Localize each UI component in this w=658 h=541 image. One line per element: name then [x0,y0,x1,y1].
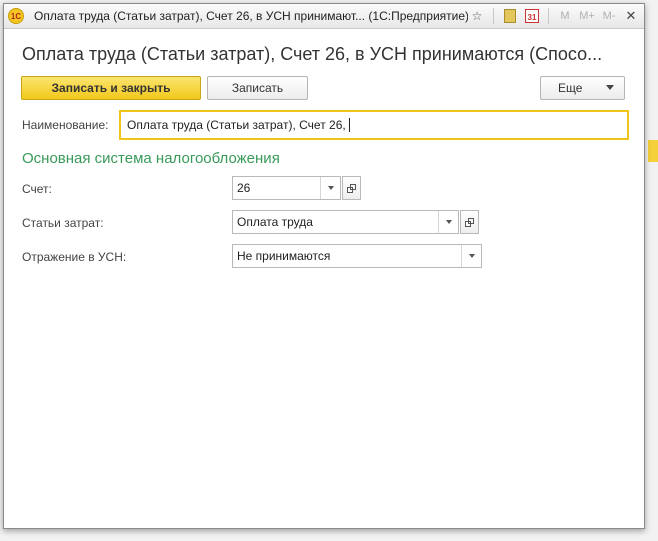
cost-item-open-button[interactable] [460,210,479,234]
dialog-window: 1С Оплата труда (Статьи затрат), Счет 26… [3,3,645,529]
m-minus-icon[interactable]: M- [600,7,618,25]
usn-value: Не принимаются [237,249,331,263]
cost-item-dropdown-button[interactable] [438,211,458,233]
account-open-button[interactable] [342,176,361,200]
chevron-down-icon [468,254,475,258]
open-icon [465,217,474,227]
divider [493,8,494,24]
name-input-value: Оплата труда (Статьи затрат), Счет 26, [127,118,346,132]
open-icon [347,183,356,193]
cost-item-field[interactable]: Оплата труда [232,210,459,234]
cost-item-value: Оплата труда [237,215,313,229]
star-icon[interactable]: ☆ [468,7,486,25]
chevron-down-icon [606,85,614,90]
m-plus-icon[interactable]: M+ [578,7,596,25]
save-button[interactable]: Записать [207,76,308,100]
account-value: 26 [237,181,251,195]
usn-dropdown-button[interactable] [461,245,481,267]
section-title: Основная система налогообложения [22,150,280,167]
page-title: Оплата труда (Статьи затрат), Счет 26, в… [22,44,603,64]
title-bar: 1С Оплата труда (Статьи затрат), Счет 26… [4,4,644,29]
usn-field[interactable]: Не принимаются [232,244,482,268]
name-input[interactable]: Оплата труда (Статьи затрат), Счет 26, [119,110,629,140]
close-icon[interactable]: ✕ [622,7,640,25]
calendar-icon[interactable]: 31 [523,7,541,25]
window-title: Оплата труда (Статьи затрат), Счет 26, в… [34,9,468,23]
chevron-down-icon [445,220,452,224]
save-and-close-button[interactable]: Записать и закрыть [21,76,201,100]
cost-item-label: Статьи затрат: [22,216,104,230]
more-button-label: Еще [558,81,583,95]
m-icon[interactable]: M [556,7,574,25]
chevron-down-icon [327,186,334,190]
calculator-icon[interactable] [501,7,519,25]
title-bar-tools: ☆ 31 M M+ M- ✕ [468,7,640,25]
account-field[interactable]: 26 [232,176,341,200]
usn-label: Отражение в УСН: [22,250,127,264]
text-caret [348,118,350,132]
background-panel [648,140,658,162]
more-button[interactable]: Еще [540,76,625,100]
name-label: Наименование: [22,118,109,132]
divider [548,8,549,24]
account-dropdown-button[interactable] [320,177,340,199]
app-logo-icon[interactable]: 1С [8,8,24,24]
account-label: Счет: [22,182,52,196]
